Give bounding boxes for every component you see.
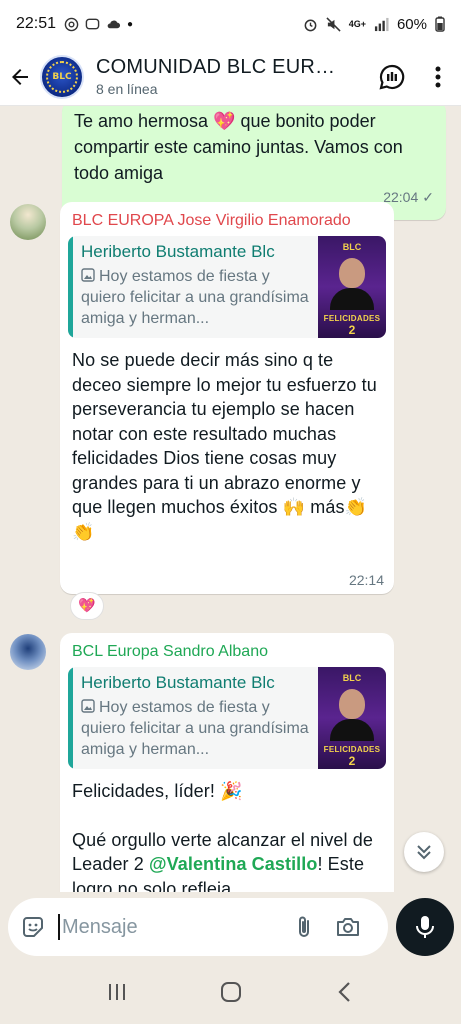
system-nav-bar [0, 964, 461, 1024]
community-chat-icon [379, 64, 405, 89]
thumbnail-logo: BLC [342, 673, 362, 683]
delivered-check-icon: ✓ [422, 189, 434, 205]
thumbnail-logo: BLC [342, 242, 362, 252]
back-nav-button[interactable] [335, 980, 355, 1009]
message-line: Felicidades, líder! 🎉 [72, 781, 243, 801]
image-icon [81, 268, 95, 282]
quote-text: Hoy estamos de fiesta y quiero felicitar… [81, 268, 309, 327]
network-type: 4G+ [348, 19, 366, 29]
back-nav-icon [338, 981, 350, 1002]
quoted-message[interactable]: Heriberto Bustamante Blc Hoy estamos de … [68, 236, 386, 338]
outgoing-message-time: 22:04 [383, 189, 419, 205]
quote-author: Heriberto Bustamante Blc [81, 673, 275, 692]
reaction-emoji: 💖 [78, 598, 96, 614]
outgoing-message-text: Te amo hermosa 💖 que bonito poder compar… [74, 111, 403, 183]
status-notification-icons: ● [64, 17, 133, 32]
recent-apps-button[interactable] [106, 981, 128, 1008]
mention-link[interactable]: @Valentina Castillo [149, 854, 318, 874]
reaction-badge[interactable]: 💖 [70, 592, 104, 620]
sticker-icon [23, 917, 43, 937]
quote-text-block: Heriberto Bustamante Blc Hoy estamos de … [73, 667, 318, 769]
chat-header: BLC COMUNIDAD BLC EURO... 8 en línea [0, 48, 461, 106]
chat-subtitle: 8 en línea [96, 81, 158, 97]
message-composer [0, 892, 461, 964]
mute-icon [326, 16, 341, 32]
quoted-message[interactable]: Heriberto Bustamante Blc Hoy estamos de … [68, 667, 386, 769]
status-system-icons: 4G+ 60% [303, 16, 445, 33]
camera-button[interactable] [326, 915, 370, 939]
home-button[interactable] [219, 980, 243, 1009]
paperclip-icon [299, 916, 309, 937]
home-icon [221, 981, 242, 1002]
thumbnail-portrait [335, 254, 369, 288]
message-body: Felicidades, líder! 🎉 Qué orgullo verte … [68, 769, 386, 892]
chat-title-block[interactable]: COMUNIDAD BLC EURO... 8 en línea [96, 56, 369, 97]
cloud-icon [107, 20, 121, 28]
message-line: Qué orgullo verte alcanzar el nivel de L… [72, 829, 373, 893]
quote-body: Hoy estamos de fiesta y quiero felicitar… [81, 697, 310, 760]
battery-percent: 60% [396, 15, 427, 33]
chat-title: COMUNIDAD BLC EURO... [96, 56, 346, 78]
status-bar: 22:51 ● 4G+ 60% [0, 0, 461, 48]
incoming-message[interactable]: BLC EUROPA Jose Virgilio Enamorado Herib… [60, 202, 394, 594]
camera-icon [337, 918, 359, 936]
message-body: No se puede decir más sino q te deceo si… [72, 350, 377, 542]
back-button[interactable] [0, 48, 40, 106]
quote-text: Hoy estamos de fiesta y quiero felicitar… [81, 699, 309, 758]
thumbnail-number: 2 [348, 754, 356, 768]
recent-apps-icon [108, 983, 125, 1000]
scroll-to-bottom-button[interactable] [404, 832, 444, 872]
stars-ring [46, 60, 78, 93]
quote-body: Hoy estamos de fiesta y quiero felicitar… [81, 266, 310, 329]
more-options-button[interactable] [415, 48, 461, 106]
quote-thumbnail: BLC FELICIDADES 2 [318, 667, 386, 769]
chat-app-icon [85, 18, 100, 29]
message-time: 22:14 [348, 572, 384, 588]
battery-icon [435, 16, 445, 32]
signal-icon [374, 17, 389, 31]
community-button[interactable] [369, 48, 415, 106]
image-icon [81, 699, 95, 713]
message-input-pill[interactable] [8, 898, 388, 956]
sticker-button[interactable] [8, 914, 58, 940]
thumbnail-number: 2 [348, 323, 356, 337]
sender-name[interactable]: BLC EUROPA Jose Virgilio Enamorado [68, 210, 386, 236]
sender-avatar[interactable] [10, 634, 46, 670]
thumbnail-caption: FELICIDADES [323, 745, 381, 754]
incoming-message[interactable]: BCL Europa Sandro Albano Heriberto Busta… [60, 633, 394, 892]
quote-thumbnail: BLC FELICIDADES 2 [318, 236, 386, 338]
chat-area[interactable]: Te amo hermosa 💖 que bonito poder compar… [0, 106, 461, 892]
thumbnail-portrait [335, 685, 369, 719]
quote-text-block: Heriberto Bustamante Blc Hoy estamos de … [73, 236, 318, 338]
dot-indicator: ● [127, 18, 134, 30]
more-vert-icon [435, 66, 441, 87]
arrow-left-icon [12, 68, 28, 85]
group-avatar[interactable]: BLC [40, 54, 84, 99]
voice-message-button[interactable] [396, 898, 454, 956]
attach-button[interactable] [282, 914, 326, 940]
thumbnail-caption: FELICIDADES [323, 314, 381, 323]
status-time: 22:51 [16, 15, 57, 32]
instagram-icon [64, 17, 79, 31]
sender-avatar[interactable] [10, 204, 46, 240]
alarm-icon [304, 19, 317, 31]
quote-author: Heriberto Bustamante Blc [81, 242, 275, 261]
mic-icon [416, 916, 434, 938]
text-caret [58, 914, 60, 940]
sender-name[interactable]: BCL Europa Sandro Albano [68, 641, 386, 667]
double-chevron-down-icon [417, 845, 431, 860]
message-input[interactable] [62, 915, 282, 939]
